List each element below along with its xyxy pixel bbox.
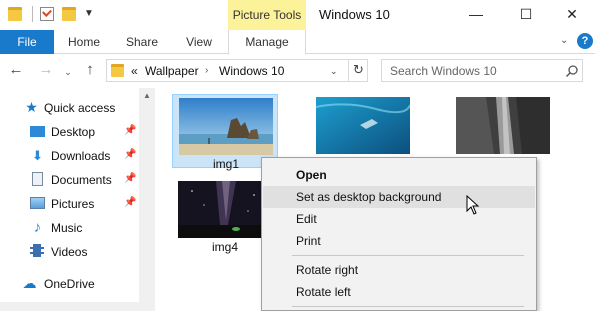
- thumbnail-beach-rocks: [179, 98, 273, 155]
- address-history-icon[interactable]: ⌄: [330, 66, 338, 77]
- address-overflow[interactable]: «: [131, 63, 138, 79]
- menu-item-label: Print: [296, 234, 321, 248]
- help-icon[interactable]: ?: [577, 33, 593, 49]
- breadcrumb-wallpaper[interactable]: Wallpaper: [145, 63, 199, 79]
- menu-item-edit[interactable]: Edit: [263, 208, 535, 230]
- menu-item-rotate-right[interactable]: Rotate right: [263, 259, 535, 281]
- pin-icon[interactable]: 📌: [124, 197, 136, 208]
- up-arrow-icon[interactable]: ↑: [80, 60, 100, 80]
- nav-label: Desktop: [51, 125, 96, 139]
- nav-label: OneDrive: [44, 277, 95, 291]
- tab-home[interactable]: Home: [60, 30, 108, 54]
- ribbon-expand-icon[interactable]: ⌄: [560, 35, 568, 46]
- back-arrow-icon[interactable]: ←: [6, 60, 26, 80]
- menu-item-label: Edit: [296, 212, 317, 226]
- menu-item-label: Set as desktop background: [296, 190, 442, 204]
- tab-file[interactable]: File: [0, 30, 54, 54]
- properties-icon[interactable]: [40, 7, 54, 21]
- nav-item-videos[interactable]: Videos: [0, 240, 140, 264]
- star-icon: ★: [25, 99, 38, 115]
- menu-separator: [292, 255, 524, 256]
- breadcrumb-windows-10[interactable]: Windows 10: [219, 63, 284, 79]
- refresh-icon[interactable]: ↻: [348, 60, 368, 81]
- search-icon[interactable]: [565, 64, 579, 78]
- menu-item-label: Rotate left: [296, 285, 351, 299]
- nav-scrollbar[interactable]: [139, 88, 155, 311]
- search-input[interactable]: Search Windows 10: [381, 59, 583, 82]
- search-placeholder: Search Windows 10: [390, 64, 497, 78]
- thumbnail-underwater: [316, 97, 410, 154]
- nav-label: Music: [51, 221, 83, 235]
- film-icon: [30, 244, 45, 259]
- music-note-icon: ♪: [33, 219, 42, 236]
- recent-locations-icon[interactable]: ⌄: [58, 62, 78, 82]
- nav-label: Downloads: [51, 149, 111, 163]
- desktop-icon: [30, 124, 45, 139]
- folder-icon: [111, 64, 124, 77]
- menu-item-rotate-left[interactable]: Rotate left: [263, 281, 535, 303]
- menu-item-open[interactable]: Open: [263, 164, 535, 186]
- pin-icon[interactable]: 📌: [124, 149, 136, 160]
- maximize-button[interactable]: ☐: [506, 3, 546, 25]
- nav-label: Videos: [51, 245, 88, 259]
- nav-item-pictures[interactable]: Pictures 📌: [0, 192, 140, 216]
- nav-label: Documents: [51, 173, 112, 187]
- folder-icon: [8, 7, 22, 21]
- nav-item-documents[interactable]: Documents 📌: [0, 168, 140, 192]
- nav-label: Quick access: [44, 101, 116, 115]
- nav-label: Pictures: [51, 197, 95, 211]
- thumbnail-rock-waterfall: [456, 97, 550, 154]
- menu-separator: [292, 306, 524, 307]
- qat-customize-icon[interactable]: ▼: [84, 8, 94, 19]
- nav-item-desktop[interactable]: Desktop 📌: [0, 120, 140, 144]
- thumbnail-night-sky: [178, 181, 272, 238]
- new-folder-icon[interactable]: [62, 7, 76, 21]
- context-menu: Open Set as desktop background Edit Prin…: [261, 157, 537, 311]
- document-icon: [30, 172, 45, 187]
- nav-item-music[interactable]: ♪ Music: [0, 216, 140, 240]
- menu-item-print[interactable]: Print: [263, 230, 535, 252]
- pin-icon[interactable]: 📌: [124, 125, 136, 136]
- nav-item-quick-access[interactable]: ★ Quick access: [0, 96, 140, 120]
- tab-view[interactable]: View: [176, 30, 222, 54]
- pin-icon[interactable]: 📌: [124, 173, 136, 184]
- download-arrow-icon: ⬇: [32, 148, 43, 163]
- close-button[interactable]: ✕: [552, 3, 592, 25]
- nav-item-onedrive[interactable]: ☁ OneDrive: [0, 272, 140, 296]
- window-title: Windows 10: [319, 7, 390, 22]
- tab-manage[interactable]: Manage: [228, 30, 306, 55]
- scroll-up-icon[interactable]: ▲: [139, 90, 155, 102]
- mouse-pointer-icon: [466, 195, 480, 215]
- forward-arrow-icon[interactable]: →: [36, 60, 56, 80]
- minimize-button[interactable]: —: [456, 3, 496, 25]
- chevron-right-icon[interactable]: ›: [205, 63, 208, 79]
- menu-item-label: Rotate right: [296, 263, 359, 277]
- tab-share[interactable]: Share: [118, 30, 166, 54]
- menu-item-label: Open: [296, 168, 327, 182]
- pictures-icon: [30, 196, 45, 211]
- contextual-tab-picture-tools: Picture Tools: [228, 0, 306, 30]
- menu-item-set-desktop-background[interactable]: Set as desktop background: [263, 186, 535, 208]
- qat-separator: [32, 6, 33, 22]
- nav-horizontal-scrollbar[interactable]: [0, 302, 139, 311]
- cloud-icon: ☁: [22, 275, 37, 291]
- address-bar[interactable]: « Wallpaper › Windows 10: [106, 59, 368, 82]
- nav-item-downloads[interactable]: ⬇ Downloads 📌: [0, 144, 140, 168]
